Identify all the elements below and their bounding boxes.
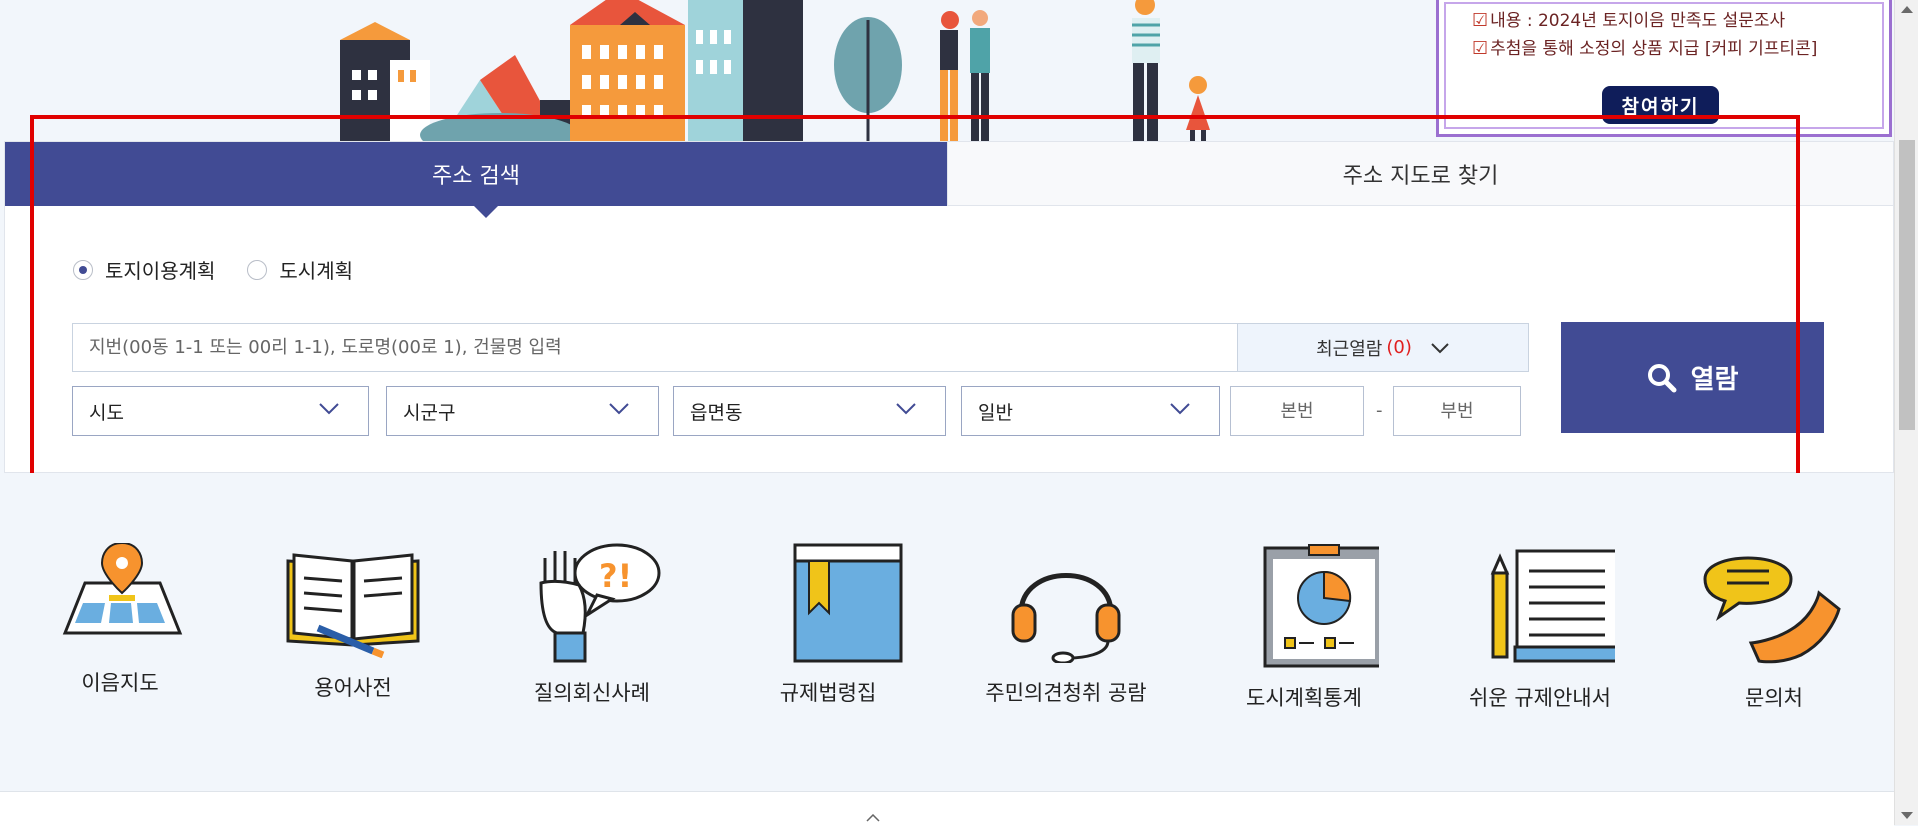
guide-scroll-icon [1490,549,1615,663]
chevron-up-icon[interactable] [866,814,880,822]
quick-menu: 이음지도 용어사전 ?! 질의회신사례 규제법령집 주민의견청취 공람 도시계획… [0,473,1894,791]
survey-content-line: ☑ 내용 : 2024년 토지이음 만족도 설문조사 [1472,10,1786,31]
hero-banner: ☑ 내용 : 2024년 토지이음 만족도 설문조사 ☑ 추첨을 통해 소정의 상품… [0,0,1894,141]
scroll-up-icon[interactable] [1901,6,1913,13]
phone-chat-icon [1703,556,1841,664]
checkbox-checked-icon: ☑ [1472,38,1489,59]
participate-button[interactable]: 참여하기 [1602,86,1719,124]
quick-item-qna-cases[interactable]: ?! 질의회신사례 [492,543,692,707]
chevron-down-icon [609,403,629,415]
law-book-icon [793,543,903,663]
eupmyeondong-select[interactable]: 읍면동 [673,386,946,436]
map-pin-icon [62,543,183,635]
tab-map-search[interactable]: 주소 지도로 찾기 [947,142,1893,206]
pie-chart-board-icon [1263,544,1379,668]
headset-icon [1011,573,1121,663]
address-search-panel: 주소 검색 주소 지도로 찾기 토지이용계획 도시계획 최근열람 (0) 시도 … [4,141,1894,473]
radio-urban-plan[interactable]: 도시계획 [247,255,353,284]
plan-type-radios: 토지이용계획 도시계획 [73,255,385,284]
quick-item-glossary[interactable]: 용어사전 [253,543,453,702]
radio-land-use-plan[interactable]: 토지이용계획 [73,255,215,284]
address-search-input[interactable] [72,323,1238,372]
recent-views-dropdown[interactable]: 최근열람 (0) [1238,323,1529,372]
quick-item-urban-plan-stats[interactable]: 도시계획통계 [1204,543,1404,712]
page-scrollbar[interactable] [1894,0,1918,825]
search-icon [1647,363,1677,392]
lot-type-select[interactable]: 일반 [961,386,1220,436]
tab-address-search[interactable]: 주소 검색 [5,142,947,218]
survey-popup: ☑ 내용 : 2024년 토지이음 만족도 설문조사 ☑ 추첨을 통해 소정의 상품… [1436,0,1892,137]
chevron-down-icon [319,403,339,415]
chevron-down-icon [1170,403,1190,415]
radio-unselected-icon [247,259,268,280]
sigungu-select[interactable]: 시군구 [386,386,659,436]
quick-item-public-hearing[interactable]: 주민의견청취 공람 [966,543,1166,707]
quick-item-contact[interactable]: 문의처 [1674,543,1874,712]
quick-item-easy-guide[interactable]: 쉬운 규제안내서 [1440,543,1640,712]
scrollbar-thumb[interactable] [1899,140,1915,430]
chevron-down-icon [1431,342,1449,353]
search-tabs: 주소 검색 주소 지도로 찾기 [5,142,1893,218]
quick-item-eum-map[interactable]: 이음지도 [20,543,220,697]
main-number-input[interactable] [1230,386,1364,436]
svg-text:?!: ?! [599,557,632,595]
scroll-down-icon[interactable] [1901,812,1913,819]
sido-select[interactable]: 시도 [72,386,369,436]
number-separator: - [1376,400,1383,421]
qna-hand-icon: ?! [539,543,661,663]
checkbox-checked-icon: ☑ [1472,10,1489,31]
quick-item-regulation-laws[interactable]: 규제법령집 [728,543,928,707]
survey-reward-line: ☑ 추첨을 통해 소정의 상품 지급 [커피 기프티콘] [1472,38,1818,59]
bottom-bar [0,791,1894,826]
town-illustration [340,0,1210,141]
radio-selected-icon [73,259,93,280]
survey-popup-frame: ☑ 내용 : 2024년 토지이음 만족도 설문조사 ☑ 추첨을 통해 소정의 상품… [1444,2,1884,129]
sub-number-input[interactable] [1393,386,1521,436]
chevron-down-icon [896,403,916,415]
recent-views-count: (0) [1386,337,1412,358]
view-button[interactable]: 열람 [1561,322,1824,433]
open-book-icon [286,553,420,658]
